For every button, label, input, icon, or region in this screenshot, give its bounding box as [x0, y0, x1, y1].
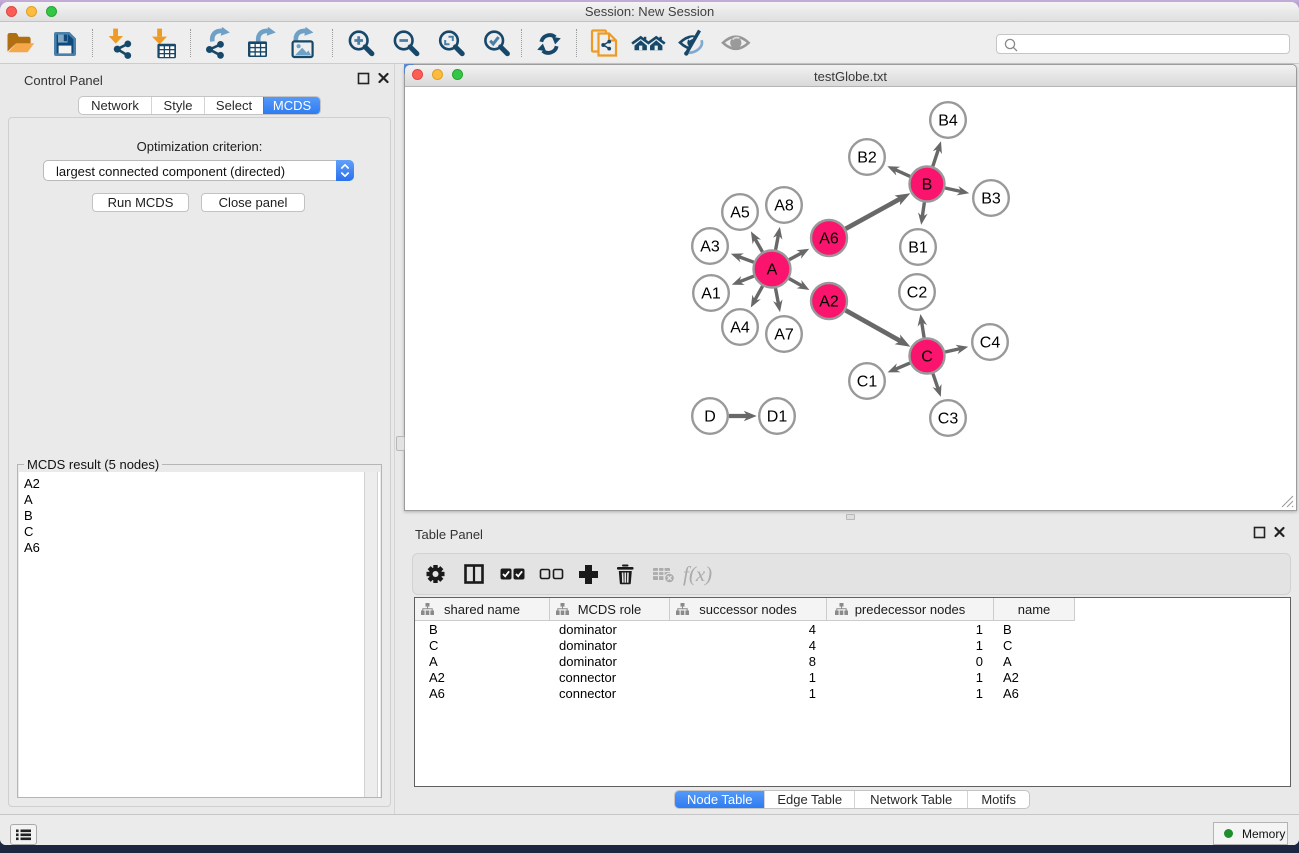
svg-text:B3: B3	[981, 191, 1001, 208]
svg-text:A3: A3	[700, 239, 720, 256]
svg-text:A6: A6	[819, 231, 839, 248]
svg-text:A: A	[767, 262, 778, 279]
svg-text:A7: A7	[774, 327, 794, 344]
svg-text:A4: A4	[730, 320, 750, 337]
svg-text:f(x): f(x)	[683, 562, 712, 586]
svg-text:A1: A1	[701, 286, 721, 303]
svg-text:C1: C1	[857, 374, 878, 391]
svg-text:A2: A2	[819, 294, 839, 311]
svg-text:B1: B1	[908, 240, 928, 257]
svg-text:A5: A5	[730, 205, 750, 222]
svg-text:C4: C4	[980, 335, 1001, 352]
svg-text:C3: C3	[938, 411, 959, 428]
svg-text:B4: B4	[938, 113, 958, 130]
svg-text:B2: B2	[857, 150, 877, 167]
svg-text:A8: A8	[774, 198, 794, 215]
svg-text:C: C	[921, 349, 933, 366]
svg-text:B: B	[922, 177, 933, 194]
svg-text:D1: D1	[767, 409, 788, 426]
svg-text:D: D	[704, 409, 716, 426]
svg-text:C2: C2	[907, 285, 928, 302]
